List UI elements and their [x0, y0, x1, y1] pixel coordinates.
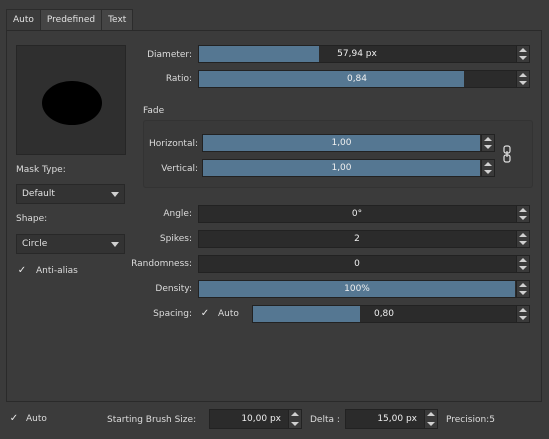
spin-down-icon[interactable]	[519, 316, 527, 320]
precision-label: Precision:5	[446, 415, 495, 425]
diameter-label: Diameter:	[147, 50, 192, 60]
spin-up-icon[interactable]	[484, 162, 492, 166]
fade-horizontal-value: 1,00	[331, 138, 352, 148]
starting-brush-size-spinbox[interactable]: 10,00 px	[209, 409, 302, 429]
angle-spinner[interactable]	[516, 206, 529, 222]
spin-down-icon[interactable]	[519, 266, 527, 270]
ratio-value: 0,84	[346, 74, 368, 84]
spikes-label: Spikes:	[159, 234, 192, 244]
density-label: Density:	[155, 284, 192, 294]
shape-value: Circle	[22, 239, 48, 249]
ratio-label: Ratio:	[165, 74, 192, 84]
chevron-down-icon	[111, 242, 119, 247]
mask-type-value: Default	[22, 189, 55, 199]
randomness-value: 0	[354, 259, 360, 269]
chevron-down-icon	[111, 192, 119, 197]
spin-up-icon[interactable]	[427, 412, 435, 416]
spacing-value: 0,80	[373, 309, 395, 319]
spin-down-icon[interactable]	[291, 422, 299, 426]
fade-horizontal-slider[interactable]: 1,00	[202, 134, 495, 152]
starting-brush-size-spinner[interactable]	[288, 410, 301, 428]
spin-down-icon[interactable]	[519, 241, 527, 245]
brush-shape-preview	[42, 81, 102, 125]
angle-label: Angle:	[163, 209, 192, 219]
spin-up-icon[interactable]	[519, 48, 527, 52]
fade-vertical-label: Vertical:	[161, 164, 198, 174]
check-icon: ✓	[17, 265, 27, 276]
check-icon: ✓	[200, 308, 210, 319]
brush-preview	[16, 45, 126, 155]
tab-text[interactable]: Text	[101, 9, 134, 30]
diameter-spinner[interactable]	[516, 46, 529, 62]
spin-down-icon[interactable]	[484, 145, 492, 149]
randomness-slider[interactable]: 0	[198, 255, 530, 273]
spikes-spinner[interactable]	[516, 231, 529, 247]
shape-select[interactable]: Circle	[16, 234, 125, 254]
angle-value: 0°	[351, 209, 363, 219]
shape-label: Shape:	[16, 214, 48, 224]
bottom-auto-checkbox[interactable]: ✓	[8, 413, 20, 425]
angle-slider[interactable]: 0°	[198, 205, 530, 223]
randomness-label: Randomness:	[131, 259, 192, 269]
diameter-value: 57,94 px	[337, 49, 377, 59]
ratio-spinner[interactable]	[516, 71, 529, 87]
ratio-slider[interactable]: 0,84	[198, 70, 530, 88]
spacing-slider[interactable]: 0,80	[252, 305, 530, 323]
fade-title: Fade	[143, 106, 165, 116]
antialias-checkbox[interactable]: ✓	[16, 265, 28, 277]
spacing-auto-checkbox[interactable]: ✓	[199, 308, 211, 320]
starting-brush-size-label: Starting Brush Size:	[107, 415, 197, 425]
spin-up-icon[interactable]	[484, 137, 492, 141]
spin-down-icon[interactable]	[519, 291, 527, 295]
delta-spinner[interactable]	[424, 410, 437, 428]
chain-link-icon[interactable]	[503, 145, 511, 163]
delta-value[interactable]: 15,00 px	[346, 410, 421, 428]
spin-up-icon[interactable]	[519, 73, 527, 77]
density-spinner[interactable]	[516, 281, 529, 297]
density-value: 100%	[344, 284, 370, 294]
spin-up-icon[interactable]	[519, 258, 527, 262]
diameter-slider[interactable]: 57,94 px	[198, 45, 530, 63]
density-slider[interactable]: 100%	[198, 280, 530, 298]
fade-group	[143, 120, 533, 188]
bottom-auto-label: Auto	[26, 414, 47, 424]
spin-up-icon[interactable]	[519, 308, 527, 312]
fade-vertical-value: 1,00	[331, 163, 352, 173]
mask-type-label: Mask Type:	[16, 165, 66, 175]
starting-brush-size-value[interactable]: 10,00 px	[210, 410, 285, 428]
tab-bar: Auto Predefined Text	[6, 9, 134, 30]
spacing-label: Spacing:	[153, 309, 192, 319]
tab-auto[interactable]: Auto	[6, 9, 41, 30]
fade-horizontal-spinner[interactable]	[481, 135, 494, 151]
check-icon: ✓	[9, 413, 19, 424]
mask-type-select[interactable]: Default	[16, 184, 125, 204]
fade-vertical-slider[interactable]: 1,00	[202, 159, 495, 177]
spacing-spinner[interactable]	[516, 306, 529, 322]
spin-up-icon[interactable]	[519, 208, 527, 212]
randomness-spinner[interactable]	[516, 256, 529, 272]
tab-predefined[interactable]: Predefined	[39, 9, 103, 30]
spin-down-icon[interactable]	[519, 56, 527, 60]
spin-up-icon[interactable]	[291, 412, 299, 416]
fade-horizontal-label: Horizontal:	[149, 139, 198, 149]
spin-down-icon[interactable]	[484, 170, 492, 174]
spin-down-icon[interactable]	[519, 81, 527, 85]
spin-down-icon[interactable]	[519, 216, 527, 220]
delta-spinbox[interactable]: 15,00 px	[345, 409, 438, 429]
spin-up-icon[interactable]	[519, 283, 527, 287]
delta-label: Delta :	[310, 415, 340, 425]
spacing-auto-label: Auto	[218, 309, 239, 319]
spikes-value: 2	[354, 234, 360, 244]
fade-vertical-spinner[interactable]	[481, 160, 494, 176]
spin-down-icon[interactable]	[427, 422, 435, 426]
antialias-label: Anti-alias	[36, 266, 78, 276]
spin-up-icon[interactable]	[519, 233, 527, 237]
spikes-slider[interactable]: 2	[198, 230, 530, 248]
